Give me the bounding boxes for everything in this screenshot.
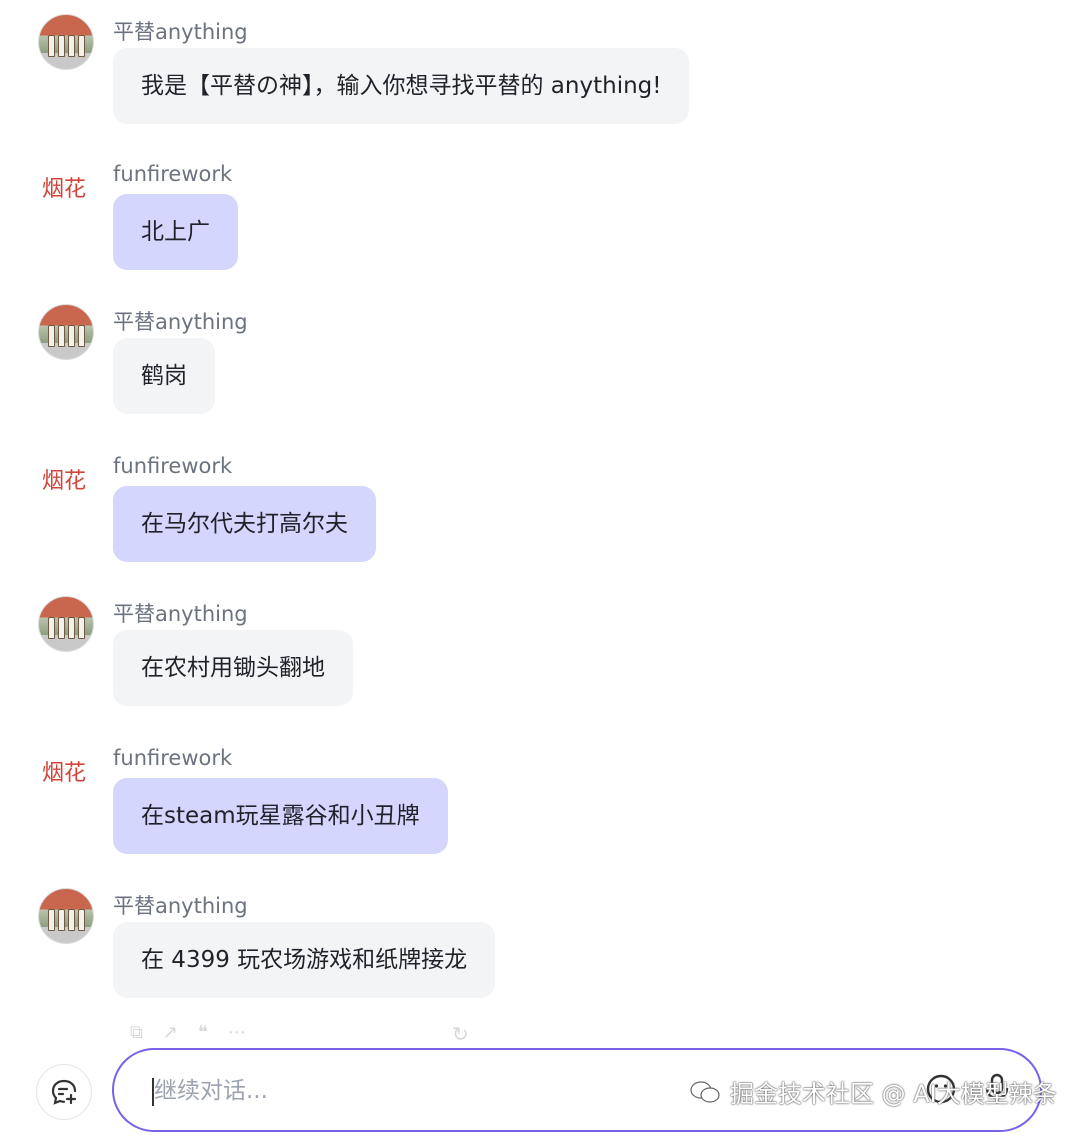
user-avatar-text: 烟花 [42, 761, 86, 786]
bot-avatar [38, 888, 94, 944]
user-avatar-text: 烟花 [42, 469, 86, 494]
user-avatar: 烟花 [38, 452, 94, 508]
message-bubble: 在steam玩星露谷和小丑牌 [113, 778, 448, 854]
bot-avatar [38, 596, 94, 652]
copy-icon[interactable]: ⧉ [130, 1022, 143, 1046]
watermark: 掘金技术社区 @ AI大模型辣条 [690, 1074, 1057, 1109]
bot-avatar [38, 14, 94, 70]
more-icon[interactable]: ⋯ [228, 1022, 246, 1046]
quote-icon[interactable]: ❝ [198, 1022, 208, 1046]
sender-name: 平替anything [113, 20, 248, 44]
sender-name: funfirework [113, 454, 233, 478]
message-bubble: 北上广 [113, 194, 238, 270]
wechat-icon [690, 1080, 720, 1103]
message-bubble: 在 4399 玩农场游戏和纸牌接龙 [113, 922, 496, 998]
message-actions: ⧉ ↗ ❝ ⋯ [130, 1022, 246, 1046]
message-bubble: 鹤岗 [113, 338, 215, 414]
regenerate-icon[interactable]: ↻ [452, 1022, 469, 1046]
bot-avatar [38, 304, 94, 360]
message-bubble: 在马尔代夫打高尔夫 [113, 486, 376, 562]
sender-name: 平替anything [113, 310, 248, 334]
user-avatar: 烟花 [38, 160, 94, 216]
sender-name: 平替anything [113, 894, 248, 918]
chat-window: 平替anything 我是【平替の神】，输入你想寻找平替的 anything! … [0, 0, 1080, 1139]
message-bubble: 我是【平替の神】，输入你想寻找平替的 anything! [113, 48, 690, 124]
sender-name: 平替anything [113, 602, 248, 626]
user-avatar-text: 烟花 [42, 177, 86, 202]
message-bubble: 在农村用锄头翻地 [113, 630, 353, 706]
sender-name: funfirework [113, 746, 233, 770]
new-chat-icon [51, 1079, 77, 1105]
watermark-text: 掘金技术社区 @ AI大模型辣条 [730, 1080, 1057, 1108]
share-icon[interactable]: ↗ [163, 1022, 178, 1046]
chat-input[interactable] [154, 1068, 674, 1114]
sender-name: funfirework [113, 162, 233, 186]
new-chat-button[interactable] [36, 1064, 92, 1120]
user-avatar: 烟花 [38, 744, 94, 800]
